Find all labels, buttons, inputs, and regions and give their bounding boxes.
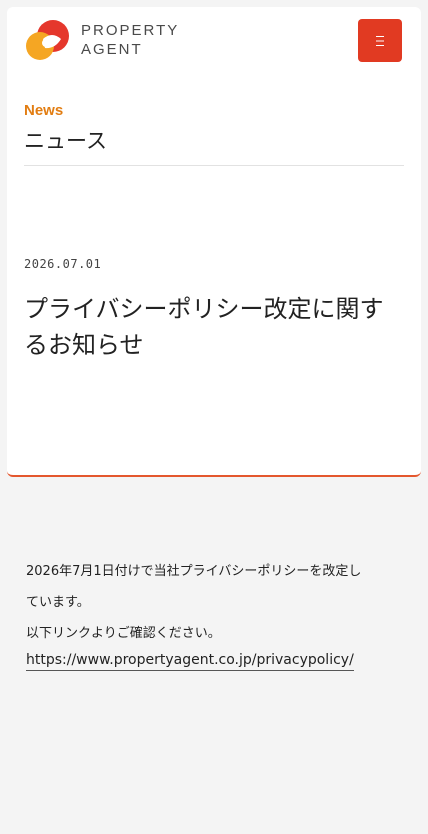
article-title: プライバシーポリシー改定に関するお知らせ — [24, 295, 384, 359]
body-text-line-2: ています。 — [26, 595, 90, 610]
privacy-policy-link[interactable]: https://www.propertyagent.co.jp/privacyp… — [26, 651, 354, 671]
logo-line-2: AGENT — [81, 41, 143, 58]
logo[interactable]: PROPERTY AGENT — [25, 17, 179, 63]
divider — [24, 165, 404, 166]
section-label-en: News — [24, 102, 64, 119]
property-agent-logo-icon — [26, 20, 69, 60]
logo-text: PROPERTY AGENT — [81, 21, 179, 59]
section-title: ニュース — [24, 129, 107, 153]
article-body: 2026年7月1日付けで当社プライバシーポリシーを改定し ています。 以下リンク… — [26, 556, 406, 671]
hamburger-icon — [376, 35, 384, 46]
article-date: 2026.07.01 — [24, 257, 102, 271]
body-text-line-1: 2026年7月1日付けで当社プライバシーポリシーを改定し — [26, 564, 362, 579]
header-card: PROPERTY AGENT News ニュース 2026.07.01 プライバ… — [7, 7, 421, 477]
body-text-line-3: 以下リンクよりご確認ください。 — [26, 626, 221, 641]
menu-button[interactable] — [358, 19, 402, 62]
logo-line-1: PROPERTY — [81, 22, 180, 39]
